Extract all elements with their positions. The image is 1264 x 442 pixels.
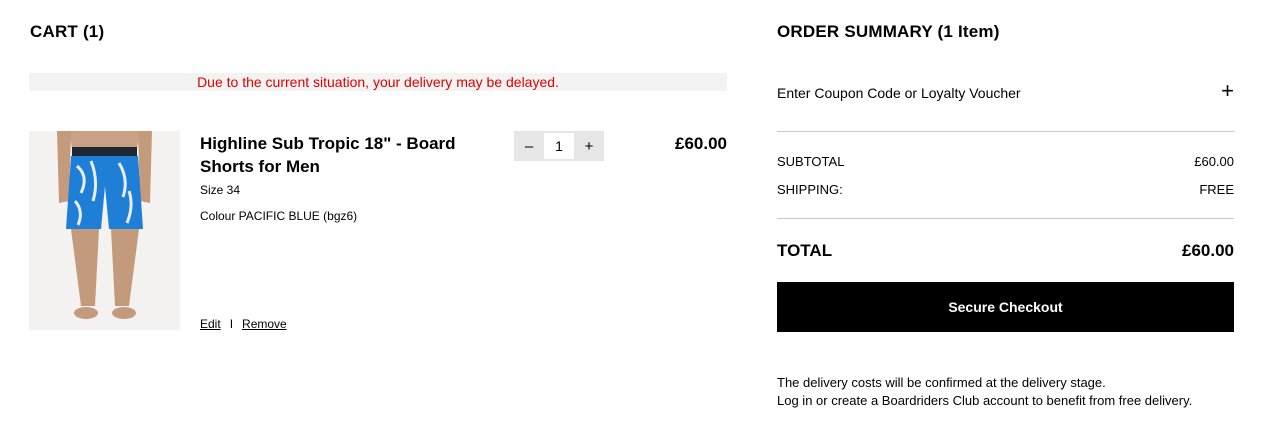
total-label: TOTAL <box>777 241 833 260</box>
separator: I <box>229 317 234 331</box>
quantity-value[interactable]: 1 <box>544 133 574 159</box>
subtotal-value: £60.00 <box>1194 154 1234 169</box>
subtotal-label: SUBTOTAL <box>777 154 845 169</box>
product-image[interactable] <box>29 131 180 330</box>
subtotal-row: SUBTOTAL £60.00 <box>777 154 1234 169</box>
product-size: Size 34 <box>200 183 241 197</box>
edit-link[interactable]: Edit <box>200 317 221 331</box>
coupon-label: Enter Coupon Code or Loyalty Voucher <box>777 85 1021 101</box>
total-value: £60.00 <box>1182 241 1234 260</box>
delivery-notice: Due to the current situation, your deliv… <box>29 73 727 91</box>
shipping-value: FREE <box>1199 182 1234 197</box>
remove-link[interactable]: Remove <box>242 317 287 331</box>
delivery-info-line: The delivery costs will be confirmed at … <box>777 375 1106 390</box>
coupon-toggle[interactable]: Enter Coupon Code or Loyalty Voucher + <box>777 78 1234 106</box>
decrease-quantity-button[interactable]: – <box>514 131 544 161</box>
board-shorts-photo-icon <box>29 131 180 330</box>
secure-checkout-button[interactable]: Secure Checkout <box>777 282 1234 332</box>
product-colour: Colour PACIFIC BLUE (bgz6) <box>200 209 358 223</box>
product-name[interactable]: Highline Sub Tropic 18" - Board Shorts f… <box>200 132 490 178</box>
order-summary-title: ORDER SUMMARY (1 Item) <box>777 22 1000 41</box>
quantity-stepper: – 1 + <box>514 131 604 161</box>
cart-title: CART (1) <box>30 22 105 41</box>
shipping-label: SHIPPING: <box>777 182 843 197</box>
item-actions: Edit I Remove <box>200 317 287 331</box>
item-price: £60.00 <box>675 134 727 153</box>
divider <box>777 131 1234 132</box>
divider <box>777 218 1234 219</box>
delivery-info: The delivery costs will be confirmed at … <box>777 374 1217 410</box>
plus-icon[interactable]: + <box>1221 78 1234 104</box>
shipping-row: SHIPPING: FREE <box>777 182 1234 197</box>
total-row: TOTAL £60.00 <box>777 241 1234 261</box>
delivery-info-line: Log in or create a Boardriders Club acco… <box>777 393 1193 408</box>
